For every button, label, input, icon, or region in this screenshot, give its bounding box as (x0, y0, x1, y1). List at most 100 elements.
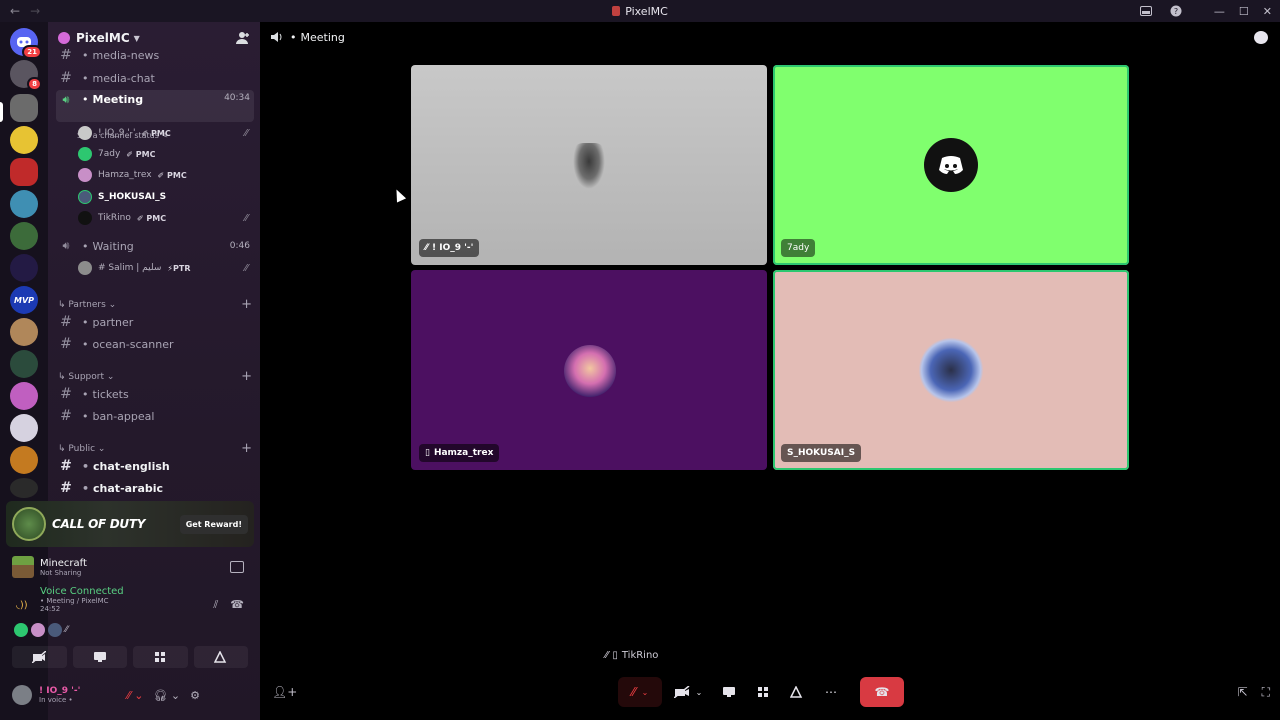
more-icon: ⋯ (825, 685, 837, 699)
screen-share-button[interactable] (714, 677, 744, 707)
category-public[interactable]: ↳ Public ⌄ + (58, 441, 252, 456)
category-partners[interactable]: ↳ Partners ⌄ + (58, 297, 252, 312)
server-icon[interactable] (10, 222, 38, 250)
server-icon[interactable] (10, 126, 38, 154)
channel-ocean-scanner[interactable]: # • ocean-scanner (56, 334, 254, 354)
add-channel-icon[interactable]: + (241, 369, 252, 384)
get-reward-button[interactable]: Get Reward! (179, 514, 248, 534)
activities-button[interactable] (748, 677, 778, 707)
voice-user[interactable]: 7ady ✐ PMC (78, 145, 248, 163)
invite-to-voice-icon[interactable]: 👤︎+ (272, 685, 297, 699)
channel-chat-arabic[interactable]: # • chat-arabic (56, 478, 254, 498)
server-icon[interactable] (10, 478, 38, 498)
voice-channel-meeting[interactable]: 🔊︎ • Meeting 40:34 (56, 90, 254, 122)
video-tile[interactable]: S_HOKUSAI_S (773, 270, 1129, 470)
channel-ban-appeal[interactable]: # • ban-appeal (56, 406, 254, 426)
hash-icon: # (60, 336, 72, 352)
pop-out-icon[interactable]: ⇱ (1238, 685, 1248, 700)
voice-user[interactable]: TikRino ✐ PMC ⁄⁄ (78, 209, 248, 227)
channel-timer: 0:46 (229, 241, 250, 251)
pixelmc-server-icon[interactable] (10, 158, 38, 186)
server-icon[interactable]: 8 (10, 60, 42, 91)
chevron-down-icon: ▼ (133, 33, 140, 43)
svg-text:?: ? (1174, 7, 1178, 16)
channel-tickets[interactable]: # • tickets (56, 384, 254, 404)
activities-button[interactable] (133, 646, 188, 668)
maximize-icon[interactable]: ☐ (1239, 5, 1249, 18)
mvp-server-icon[interactable]: MVP (10, 286, 38, 314)
voice-channel-waiting[interactable]: 🔊︎ • Waiting 0:46 (56, 236, 254, 256)
channel-media-news[interactable]: # • media-news (56, 49, 254, 61)
inbox-icon[interactable] (1138, 3, 1154, 19)
server-icon[interactable] (10, 254, 38, 282)
server-icon[interactable] (10, 318, 38, 346)
share-screen-icon[interactable] (230, 561, 244, 573)
add-channel-icon[interactable]: + (241, 441, 252, 456)
promo-banner[interactable]: CALL OF DUTY Get Reward! (6, 501, 254, 547)
invite-people-icon[interactable] (236, 31, 250, 45)
soundboard-button[interactable] (782, 677, 812, 707)
speaker-icon: 🔊︎ (62, 239, 70, 252)
more-options-button[interactable]: ⋯ (816, 677, 846, 707)
hash-icon: # (60, 386, 72, 402)
add-channel-icon[interactable]: + (241, 297, 252, 312)
help-icon[interactable]: ? (1168, 3, 1184, 19)
channel-label: Meeting (92, 93, 144, 106)
video-tile[interactable]: ▯ Hamza_trex (411, 270, 767, 470)
soundboard-icon (213, 651, 226, 663)
server-icon[interactable] (10, 414, 38, 442)
user-info[interactable]: ! IO_9 '-' In voice • (39, 686, 80, 704)
hang-up-icon: ☎ (874, 685, 890, 699)
chat-icon[interactable] (1254, 31, 1268, 44)
category-label: ↳ Public ⌄ (58, 443, 106, 454)
server-icon[interactable] (10, 190, 38, 218)
voice-user[interactable]: # Salim | سليم ⚡PTR ⁄⁄ (78, 259, 248, 277)
minimize-icon[interactable]: — (1214, 5, 1225, 18)
tile-name-badge: S_HOKUSAI_S (781, 444, 862, 462)
user-tag-text: PMC (146, 213, 167, 223)
fullscreen-icon[interactable]: ⛶ (1262, 685, 1270, 700)
home-server-icon[interactable]: 21 (10, 28, 42, 59)
video-tile[interactable]: ⁄⁄! IO_9 '-' (411, 65, 767, 265)
screen-share-button[interactable] (72, 646, 127, 668)
voice-status-title[interactable]: Voice Connected (40, 586, 252, 597)
avatar (48, 623, 62, 637)
back-arrow-icon[interactable]: ← (10, 4, 20, 18)
server-icon[interactable] (10, 94, 38, 122)
noise-suppression-icon[interactable]: ⫽ (213, 598, 218, 612)
mute-mic-icon[interactable]: ⁄⁄ ⌄ (127, 689, 143, 702)
voice-user-name: # Salim | سليم (98, 263, 162, 273)
camera-off-button[interactable] (12, 646, 67, 668)
voice-user-name: S_HOKUSAI_S (98, 192, 167, 202)
channel-partner[interactable]: # • partner (56, 312, 254, 332)
camera-toggle[interactable]: ⌄ (666, 677, 710, 707)
voice-user[interactable]: S_HOKUSAI_S (78, 188, 248, 206)
headphones-icon[interactable]: 🎧︎ ⌄ (153, 689, 180, 702)
speaker-icon: 🔊︎ (62, 93, 70, 106)
server-icon[interactable] (10, 382, 38, 410)
active-server-pill (0, 102, 3, 122)
mute-toggle[interactable]: ⁄⁄ ⌄ (618, 677, 662, 707)
avatar[interactable] (12, 685, 32, 705)
category-support[interactable]: ↳ Support ⌄ + (58, 369, 252, 384)
server-icon[interactable] (10, 446, 38, 474)
server-icon[interactable] (10, 350, 38, 378)
tile-name: S_HOKUSAI_S (787, 448, 856, 458)
soundboard-icon (790, 686, 803, 698)
settings-icon[interactable]: ⚙ (190, 689, 200, 702)
channel-chat-english[interactable]: # • chat-english (56, 456, 254, 476)
leave-call-button[interactable]: ☎ (860, 677, 904, 707)
participant-name: TikRino (621, 650, 659, 661)
close-icon[interactable]: ✕ (1263, 5, 1272, 18)
disconnect-icon[interactable]: ☎ (230, 598, 244, 612)
avatar (78, 211, 92, 225)
avatar (78, 190, 92, 204)
channel-media-chat[interactable]: # • media-chat (56, 68, 254, 88)
video-tile[interactable]: 7ady (773, 65, 1129, 265)
voice-user[interactable]: ! IO_9 '-' ✐ PMC ⁄⁄ (78, 124, 248, 142)
forward-arrow-icon[interactable]: → (30, 4, 40, 18)
voice-user[interactable]: Hamza_trex ✐ PMC (78, 166, 248, 184)
soundboard-button[interactable] (193, 646, 248, 668)
audio-only-participant[interactable]: ⁄⁄ ▯ TikRino (605, 650, 658, 661)
avatar (78, 168, 92, 182)
